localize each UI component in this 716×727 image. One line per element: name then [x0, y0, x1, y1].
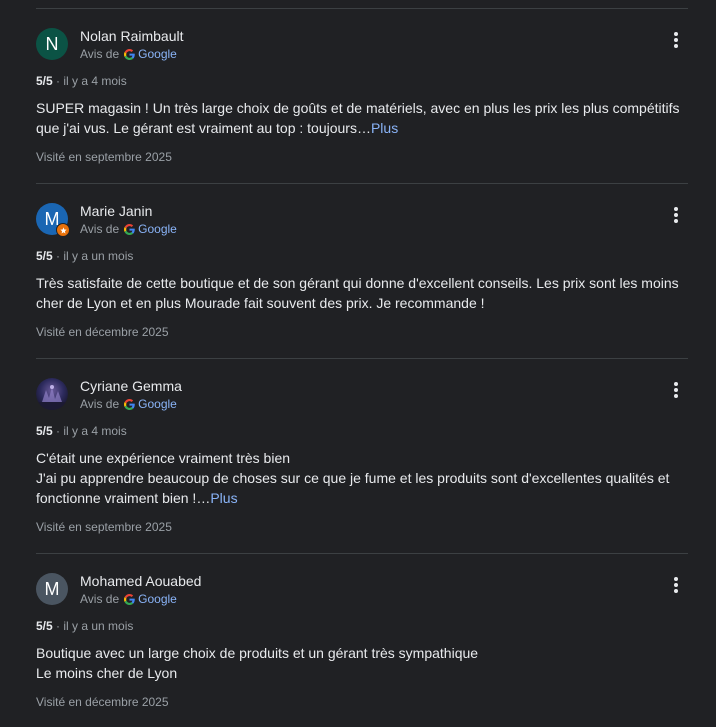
source-prefix: Avis de — [80, 47, 120, 61]
divider — [36, 358, 688, 359]
local-guide-badge-icon — [56, 223, 70, 237]
rating: 5/5 — [36, 249, 53, 263]
google-icon — [124, 593, 135, 605]
reviewer-name[interactable]: Nolan Raimbault — [80, 28, 184, 44]
review-text: SUPER magasin ! Un très large choix de g… — [36, 98, 686, 138]
google-icon — [124, 223, 135, 235]
more-options-button[interactable] — [664, 378, 688, 402]
review-text-line: C'était une expérience vraiment très bie… — [36, 450, 291, 466]
visit-date: Visité en décembre 2025 — [36, 695, 169, 709]
avatar[interactable]: M — [36, 203, 70, 237]
avatar[interactable] — [36, 378, 68, 410]
more-vert-icon — [674, 207, 678, 223]
review-text-line: cher de Lyon et en plus Mourade fait sou… — [36, 295, 485, 311]
visit-date: Visité en décembre 2025 — [36, 325, 169, 339]
review-source: Avis de Google — [80, 222, 177, 236]
rating-line: 5/5 · il y a 4 mois — [36, 74, 127, 88]
review-text: C'était une expérience vraiment très bie… — [36, 448, 686, 508]
more-vert-icon — [674, 382, 678, 398]
google-icon — [124, 48, 135, 60]
review-source: Avis de Google — [80, 47, 177, 61]
review-text-line: Très satisfaite de cette boutique et de … — [36, 275, 679, 291]
more-link[interactable]: Plus — [371, 120, 398, 136]
review-source: Avis de Google — [80, 397, 177, 411]
reviewer-name[interactable]: Marie Janin — [80, 203, 152, 219]
more-options-button[interactable] — [664, 28, 688, 52]
rating: 5/5 — [36, 619, 53, 633]
review-text-fragment: fonctionne vraiment bien !… — [36, 490, 211, 506]
divider — [36, 183, 688, 184]
rating-line: 5/5 · il y a un mois — [36, 619, 133, 633]
review-text-line: que j'ai vus. Le gérant est vraiment au … — [36, 118, 686, 138]
avatar[interactable]: N — [36, 28, 68, 60]
avatar-photo — [36, 378, 68, 410]
review-time: · il y a un mois — [56, 249, 134, 263]
source-prefix: Avis de — [80, 592, 120, 606]
google-link[interactable]: Google — [138, 222, 177, 236]
avatar[interactable]: M — [36, 573, 68, 605]
more-options-button[interactable] — [664, 573, 688, 597]
more-vert-icon — [674, 577, 678, 593]
divider — [36, 553, 688, 554]
rating-line: 5/5 · il y a un mois — [36, 249, 133, 263]
review-time: · il y a un mois — [56, 619, 134, 633]
divider — [36, 8, 688, 9]
reviewer-name[interactable]: Mohamed Aouabed — [80, 573, 201, 589]
rating-line: 5/5 · il y a 4 mois — [36, 424, 127, 438]
google-link[interactable]: Google — [138, 47, 177, 61]
google-link[interactable]: Google — [138, 397, 177, 411]
review-time: · il y a 4 mois — [56, 74, 127, 88]
review-text-line: SUPER magasin ! Un très large choix de g… — [36, 100, 680, 116]
review-text-line: Boutique avec un large choix de produits… — [36, 645, 479, 661]
more-options-button[interactable] — [664, 203, 688, 227]
visit-date: Visité en septembre 2025 — [36, 520, 172, 534]
reviewer-name[interactable]: Cyriane Gemma — [80, 378, 182, 394]
review-text-fragment: que j'ai vus. Le gérant est vraiment au … — [36, 120, 371, 136]
avatar-letter: N — [45, 34, 59, 54]
review-text-line: Le moins cher de Lyon — [36, 665, 178, 681]
google-icon — [124, 398, 135, 410]
review-text: Très satisfaite de cette boutique et de … — [36, 273, 686, 313]
review-text: Boutique avec un large choix de produits… — [36, 643, 686, 683]
visit-date: Visité en septembre 2025 — [36, 150, 172, 164]
review-time: · il y a 4 mois — [56, 424, 127, 438]
source-prefix: Avis de — [80, 222, 120, 236]
rating: 5/5 — [36, 424, 53, 438]
google-link[interactable]: Google — [138, 592, 177, 606]
rating: 5/5 — [36, 74, 53, 88]
avatar-letter: M — [44, 579, 60, 599]
review-text-line: fonctionne vraiment bien !…Plus — [36, 488, 686, 508]
source-prefix: Avis de — [80, 397, 120, 411]
more-vert-icon — [674, 32, 678, 48]
review-source: Avis de Google — [80, 592, 177, 606]
review-text-line: J'ai pu apprendre beaucoup de choses sur… — [36, 470, 670, 486]
more-link[interactable]: Plus — [210, 490, 237, 506]
